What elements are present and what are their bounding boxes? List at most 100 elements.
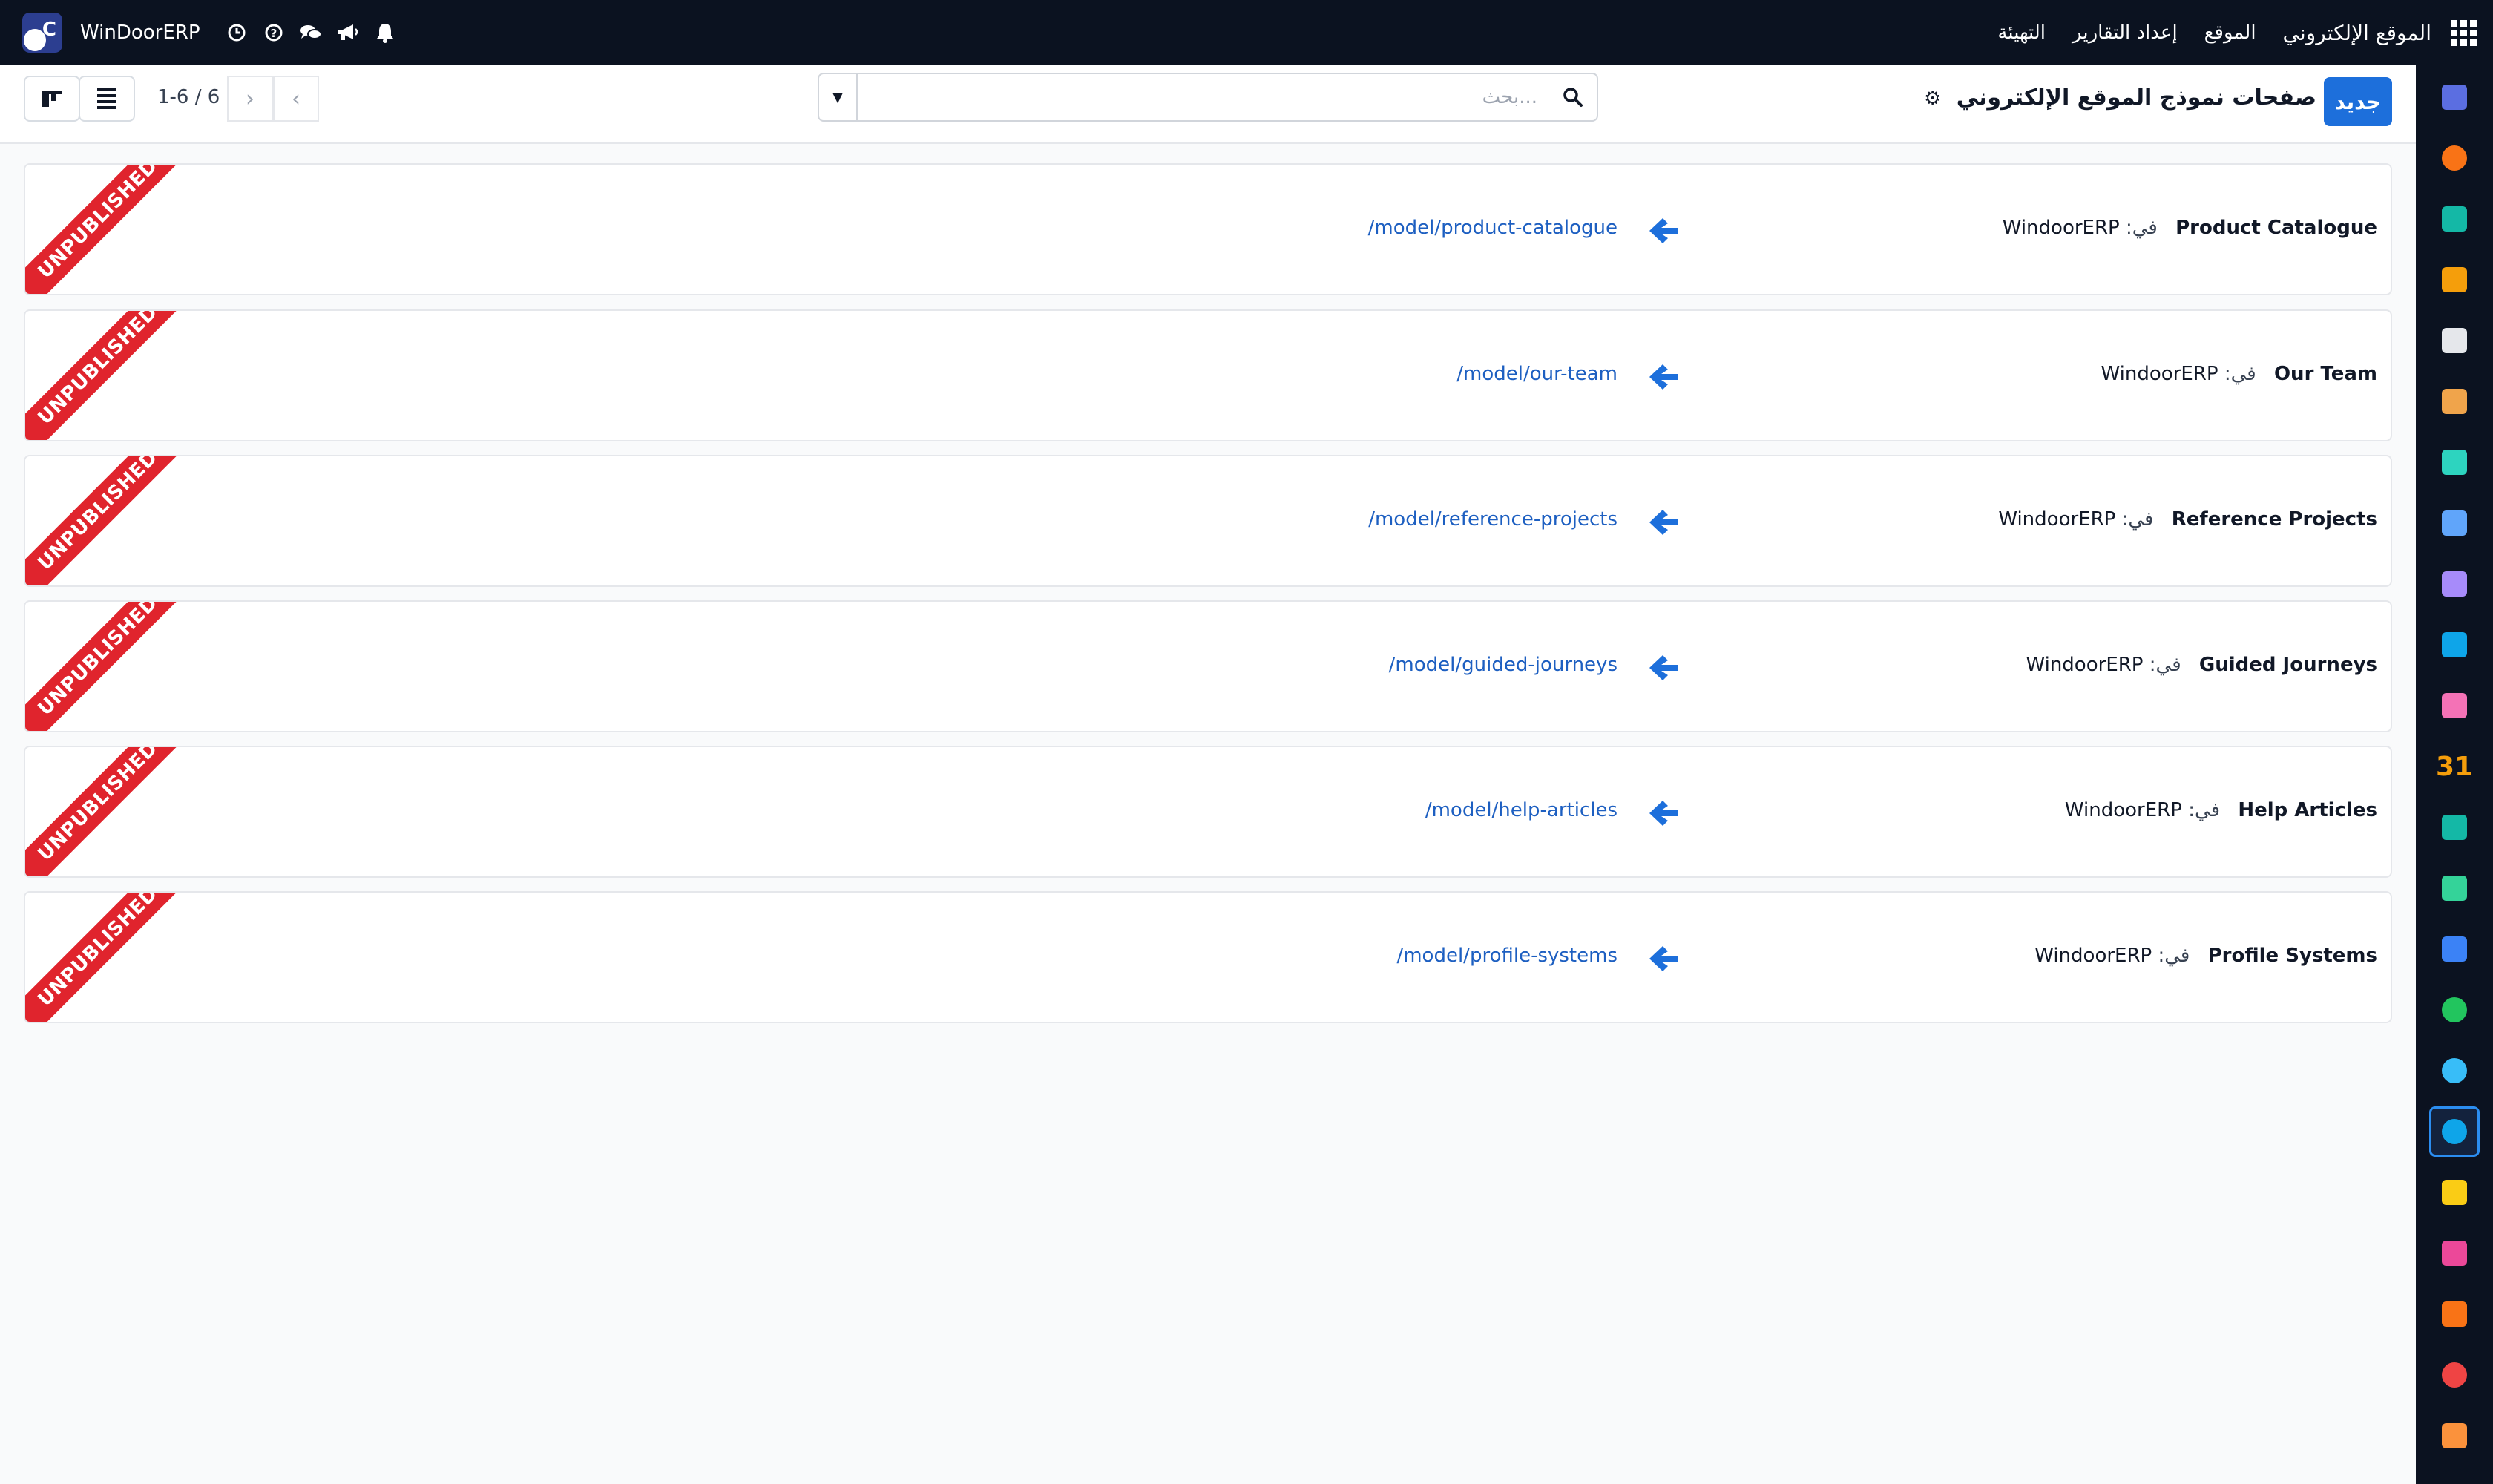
kanban-view-button[interactable] (24, 76, 80, 122)
clock-icon[interactable] (218, 0, 255, 65)
mail-marketing-icon[interactable] (2435, 78, 2474, 116)
list-view-button[interactable] (79, 76, 135, 122)
unpublished-ribbon: UNPUBLISHED (25, 893, 189, 1022)
pager-next-button[interactable]: › (227, 76, 273, 122)
page-name: Product Catalogue (2175, 217, 2377, 239)
record-title: Product Catalogue في: WindoorERP (2003, 217, 2377, 239)
sales-icon[interactable] (2435, 382, 2474, 421)
website-name: WindoorERP (2101, 363, 2218, 385)
pie-chart-icon-glyph (2442, 1362, 2467, 1388)
page-name: Help Articles (2238, 799, 2377, 821)
company-switcher[interactable]: WinDoorERP (80, 22, 200, 44)
page-name: Guided Journeys (2198, 654, 2377, 676)
arrow-left-icon (1649, 801, 1678, 826)
menu-site[interactable]: الموقع (2204, 22, 2256, 44)
record-title: Guided Journeys في: WindoorERP (2026, 654, 2377, 676)
live-chat-icon[interactable] (2435, 139, 2474, 177)
reporting-icon[interactable] (2435, 260, 2474, 299)
tasks-check-icon-glyph (2442, 450, 2467, 475)
calendar-day-label: 31 (2435, 751, 2474, 782)
unpublished-ribbon: UNPUBLISHED (25, 602, 189, 731)
page-url[interactable]: /model/profile-systems (1396, 945, 1617, 967)
apps-menu-icon[interactable] (2451, 19, 2477, 46)
calendar-icon[interactable]: 31 (2435, 747, 2474, 786)
website-name: WindoorERP (2002, 217, 2120, 239)
pager-value[interactable]: 1-6 / 6 (157, 86, 220, 108)
hexagon-icon[interactable] (2435, 1416, 2474, 1455)
menu-configuration[interactable]: التهيئة (1997, 22, 2046, 44)
payment-card-icon[interactable] (2435, 1234, 2474, 1273)
caret-down-icon: ▼ (832, 89, 843, 105)
contacts-icon[interactable] (2435, 869, 2474, 907)
app-switcher-sidebar: 31 (2416, 65, 2493, 1484)
discuss-icon-glyph (2442, 206, 2467, 232)
send-icon-glyph (2442, 1180, 2467, 1205)
page-url[interactable]: /model/our-team (1456, 363, 1617, 385)
purchase-icon[interactable] (2435, 1295, 2474, 1333)
in-label: في: (2125, 217, 2158, 239)
page-url[interactable]: /model/reference-projects (1368, 508, 1617, 531)
dashboards-icon[interactable] (2435, 930, 2474, 968)
list-item[interactable]: UNPUBLISHED /model/reference-projects Re… (24, 455, 2392, 587)
gear-icon[interactable]: ⚙ (1924, 88, 1941, 110)
dashboards-icon-glyph (2442, 936, 2467, 962)
search-options-toggle[interactable]: ▼ (819, 74, 858, 120)
page-url[interactable]: /model/help-articles (1425, 799, 1617, 821)
current-app-name[interactable]: الموقع الإلكتروني (2283, 21, 2431, 45)
list-item[interactable]: UNPUBLISHED /model/profile-systems Profi… (24, 891, 2392, 1023)
in-label: في: (2188, 799, 2221, 821)
discuss-icon[interactable] (2435, 200, 2474, 238)
new-button[interactable]: جديد (2324, 77, 2392, 126)
employees-icon[interactable] (2435, 686, 2474, 725)
timer-icon[interactable] (2435, 1051, 2474, 1090)
top-navbar: C WinDoorERP ? التهيئة إعداد التقارير ال… (0, 0, 2493, 65)
website-name: WindoorERP (1998, 508, 2116, 531)
bell-icon[interactable] (367, 0, 404, 65)
list-item[interactable]: UNPUBLISHED /model/help-articles Help Ar… (24, 746, 2392, 878)
arrow-left-icon (1649, 655, 1678, 680)
page-url[interactable]: /model/guided-journeys (1389, 654, 1617, 676)
website-name: WindoorERP (2034, 945, 2152, 967)
navbar-menu: التهيئة إعداد التقارير الموقع الموقع الإ… (1971, 0, 2493, 65)
svg-text:?: ? (270, 27, 277, 40)
whatsapp-icon[interactable] (2435, 991, 2474, 1029)
list-icon (97, 88, 116, 109)
chevron-left-icon: ‹ (292, 85, 300, 112)
website-icon[interactable] (2429, 1106, 2480, 1157)
website-name: WindoorERP (2026, 654, 2144, 676)
timer-icon-glyph (2442, 1058, 2467, 1083)
list-item[interactable]: UNPUBLISHED /model/our-team Our Team في:… (24, 309, 2392, 441)
logo-letter: C (42, 19, 56, 41)
search-input[interactable] (858, 74, 1549, 120)
in-label: في: (2158, 945, 2190, 967)
megaphone-icon[interactable] (329, 0, 367, 65)
page-url[interactable]: /model/product-catalogue (1368, 217, 1617, 239)
record-title: Profile Systems في: WindoorERP (2034, 945, 2377, 967)
arrow-left-icon (1649, 946, 1678, 971)
menu-reporting[interactable]: إعداد التقارير (2072, 22, 2178, 44)
pie-chart-icon[interactable] (2435, 1356, 2474, 1394)
chat-icon[interactable] (292, 0, 329, 65)
list-item[interactable]: UNPUBLISHED /model/guided-journeys Guide… (24, 600, 2392, 732)
send-icon[interactable] (2435, 1173, 2474, 1212)
products-icon-glyph (2442, 571, 2467, 597)
payment-card-icon-glyph (2442, 1241, 2467, 1266)
inventory-box-icon[interactable] (2435, 321, 2474, 360)
chevron-right-icon: › (246, 85, 254, 112)
page-title: صفحات نموذج الموقع الإلكتروني ⚙ (1924, 85, 2316, 111)
page-title-text: صفحات نموذج الموقع الإلكتروني (1956, 85, 2316, 111)
pager-previous-button[interactable]: ‹ (273, 76, 319, 122)
invoicing-icon[interactable] (2435, 626, 2474, 664)
company-logo[interactable]: C (22, 13, 62, 53)
in-label: في: (2121, 508, 2154, 531)
knowledge-icon[interactable] (2435, 504, 2474, 542)
list-item[interactable]: UNPUBLISHED /model/product-catalogue Pro… (24, 163, 2392, 295)
live-chat-icon-glyph (2442, 145, 2467, 171)
whatsapp-icon-glyph (2442, 997, 2467, 1022)
tasks-check-icon[interactable] (2435, 443, 2474, 482)
sign-icon[interactable] (2435, 808, 2474, 847)
help-icon[interactable]: ? (255, 0, 292, 65)
page-name: Profile Systems (2207, 945, 2377, 967)
products-icon[interactable] (2435, 565, 2474, 603)
search-icon[interactable] (1549, 74, 1597, 120)
